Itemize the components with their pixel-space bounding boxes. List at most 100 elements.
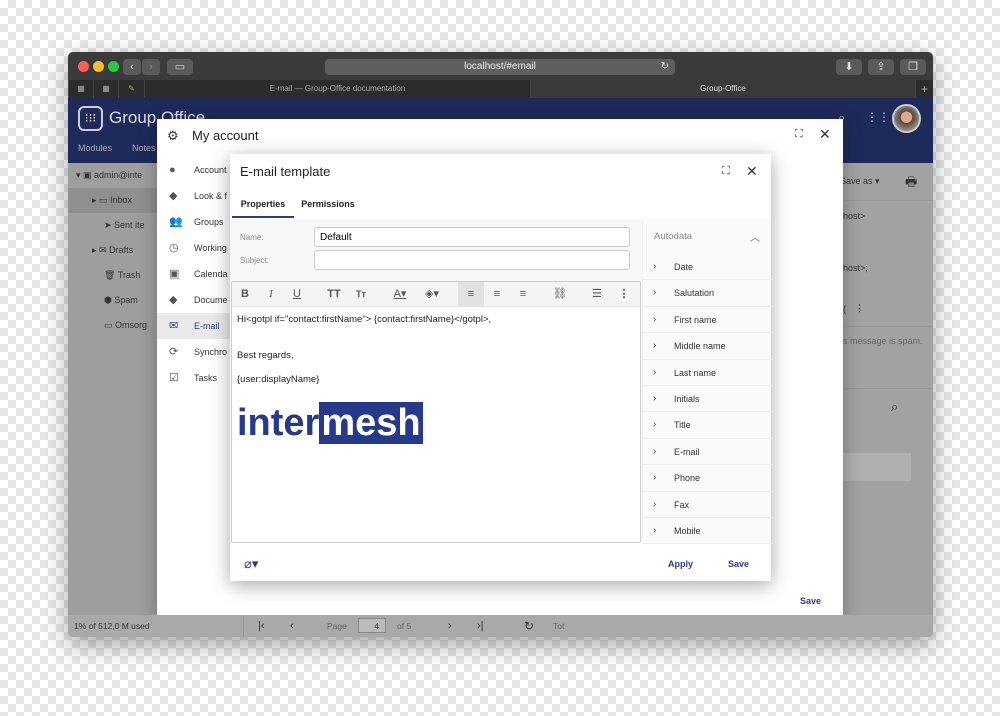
autodata-item[interactable]: › Mobile — [643, 518, 772, 545]
folder-omsorg[interactable]: ▭ Omsorg — [104, 313, 147, 338]
attach-icon[interactable]: ⌀▾ — [244, 556, 258, 572]
close-icon[interactable]: ✕ — [819, 126, 831, 143]
nav-groups[interactable]: 👥 Groups — [157, 209, 230, 235]
autodata-item[interactable]: › Middle name — [643, 333, 772, 360]
folder-sent[interactable]: ➤ Sent ite — [104, 213, 145, 238]
dialog-title: My account — [192, 128, 259, 143]
apply-button[interactable]: Apply — [668, 559, 693, 569]
body-line: {user:displayName} — [237, 374, 320, 385]
apps-grid-icon[interactable]: ⋮⋮ — [866, 110, 890, 124]
account-node[interactable]: ▾ ▣ admin@inte — [76, 163, 142, 188]
search-icon[interactable]: ⌕ — [891, 399, 898, 415]
prev-page-icon[interactable]: ‹ — [290, 615, 294, 637]
last-page-icon[interactable]: ›| — [477, 615, 484, 637]
autodata-item[interactable]: › First name — [643, 307, 772, 334]
italic-icon[interactable]: I — [258, 282, 284, 307]
align-left-icon[interactable]: ≡ — [458, 282, 484, 307]
folder-drafts[interactable]: ▸ ✉ Drafts — [92, 238, 133, 263]
close-icon[interactable]: ✕ — [746, 163, 758, 180]
folder-trash[interactable]: 🗑 Trash — [104, 263, 140, 288]
spam-notice: s message is spam. — [843, 326, 933, 346]
preview-text: host> — [843, 211, 866, 221]
tabs-overview-icon[interactable]: ❐ — [900, 59, 926, 75]
nav-email[interactable]: ✉ E-mail — [157, 313, 230, 339]
back-button[interactable]: ‹ — [123, 59, 141, 75]
autodata-item[interactable]: › Last name — [643, 360, 772, 386]
maximize-icon[interactable]: ⛶ — [795, 128, 803, 141]
next-page-icon[interactable]: › — [448, 615, 452, 637]
avatar[interactable] — [892, 104, 921, 133]
underline-icon[interactable]: U — [284, 282, 310, 307]
name-input[interactable] — [314, 227, 630, 247]
nav-look-feel[interactable]: ◆ Look & f — [157, 183, 230, 209]
first-page-icon[interactable]: |‹ — [258, 615, 265, 637]
font-size-decrease-icon[interactable]: Tт — [348, 282, 374, 307]
more-icon[interactable]: ⋮ — [611, 282, 637, 307]
page-count: of 5 — [397, 621, 412, 631]
highlight-color-icon[interactable]: ◈▾ — [417, 282, 447, 307]
forward-button[interactable]: › — [142, 59, 160, 75]
preview-text: ( — [843, 304, 846, 314]
tab-documentation[interactable]: E-mail — Group-Office documentation — [144, 80, 530, 98]
app-logo-icon: ⁝⁝⁝ — [78, 106, 103, 131]
nav-sync[interactable]: ⟳ Synchro — [157, 339, 230, 365]
html-editor[interactable]: B I U TT Tт A▾ ◈▾ ≡ ≡ ≡ ⛓ ☰ ⋮ Hi<gotpl i… — [231, 281, 641, 543]
new-tab-button[interactable]: + — [915, 80, 933, 98]
reload-icon[interactable]: ↻ — [661, 59, 669, 75]
nav-documents[interactable]: ◆ Docume — [157, 287, 230, 313]
pinned-tab-icon[interactable]: ▦ — [68, 80, 93, 98]
autodata-item[interactable]: › E-mail — [643, 439, 772, 466]
autodata-item[interactable]: › Salutation — [643, 280, 772, 307]
minimize-window-button[interactable] — [93, 61, 104, 72]
link-icon[interactable]: ⛓ — [547, 282, 573, 307]
nav-calendar[interactable]: ▣ Calenda — [157, 261, 230, 287]
close-window-button[interactable] — [78, 61, 89, 72]
calendar-icon: ▣ — [169, 268, 180, 280]
sidebar-toggle-icon[interactable]: ▭ — [167, 59, 193, 75]
font-size-increase-icon[interactable]: TT — [321, 282, 347, 307]
pinned-tab-icon[interactable]: ✎ — [118, 80, 144, 98]
align-center-icon[interactable]: ≡ — [484, 282, 510, 307]
autodata-item[interactable]: › Fax — [643, 492, 772, 518]
nav-working[interactable]: ◷ Working — [157, 235, 230, 261]
save-as-button[interactable]: Save as ▾ — [840, 176, 880, 187]
folder-inbox[interactable]: ▸ ▭ Inbox — [92, 188, 132, 213]
nav-notes[interactable]: Notes — [132, 143, 156, 153]
tab-properties[interactable]: Properties — [232, 194, 294, 218]
autodata-item[interactable]: › Title — [643, 412, 772, 439]
status-bar: 1% of 512,0 M used |‹ ‹ Page 4 of 5 › ›|… — [68, 615, 933, 637]
page-input[interactable]: 4 — [358, 618, 386, 633]
share-icon[interactable]: ⇪ — [868, 59, 894, 75]
autodata-title: Autodata — [654, 231, 693, 242]
account-save-button[interactable]: Save — [800, 596, 821, 606]
tab-permissions[interactable]: Permissions — [296, 194, 360, 218]
list-icon[interactable]: ☰ — [584, 282, 610, 307]
maximize-icon[interactable]: ⛶ — [722, 165, 730, 178]
nav-tasks[interactable]: ☑ Tasks — [157, 365, 230, 391]
address-bar[interactable]: localhost/#email ↻ — [325, 59, 675, 75]
nav-modules[interactable]: Modules — [78, 143, 112, 153]
bold-icon[interactable]: B — [232, 282, 258, 307]
autodata-item[interactable]: › Date — [643, 254, 772, 281]
pinned-tab-icon[interactable]: ▦ — [93, 80, 118, 98]
chevron-right-icon: › — [653, 393, 657, 404]
chevron-right-icon: › — [653, 445, 657, 457]
more-icon[interactable]: ⋮ — [855, 303, 864, 314]
subject-input[interactable] — [314, 250, 630, 270]
font-color-icon[interactable]: A▾ — [385, 282, 415, 307]
autodata-label: Date — [674, 262, 694, 272]
folder-spam[interactable]: ⬢ Spam — [104, 288, 138, 313]
autodata-label: First name — [674, 314, 717, 325]
title-bar: ‹ › ▭ localhost/#email ↻ ⬇ ⇪ ❐ — [68, 52, 933, 80]
save-button[interactable]: Save — [728, 559, 749, 569]
autodata-item[interactable]: › Phone — [643, 465, 772, 492]
refresh-icon[interactable]: ↻ — [524, 615, 534, 637]
nav-account[interactable]: ● Account — [157, 157, 230, 183]
align-right-icon[interactable]: ≡ — [510, 282, 536, 307]
tab-group-office[interactable]: Group-Office — [530, 80, 915, 98]
autodata-item[interactable]: › Initials — [643, 386, 772, 413]
zoom-window-button[interactable] — [108, 61, 119, 72]
collapse-icon[interactable]: ︿ — [750, 229, 760, 244]
download-icon[interactable]: ⬇ — [836, 59, 862, 75]
print-icon[interactable]: 🖶 — [905, 173, 917, 195]
